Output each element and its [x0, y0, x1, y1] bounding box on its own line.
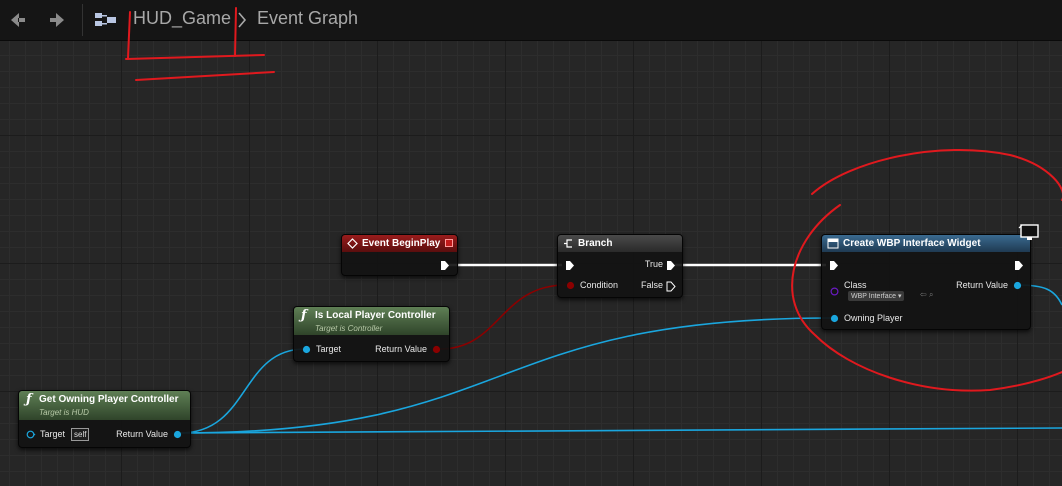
object-wire-getowning-long — [179, 427, 1062, 434]
node-header: Create WBP Interface Widget — [822, 235, 1030, 252]
arrow-left-icon — [11, 13, 25, 27]
widget-icon — [827, 238, 839, 249]
get-owning-player-controller-node[interactable]: ƒ Get Owning Player Controller Target is… — [18, 390, 191, 448]
blueprint-graph-icon — [95, 13, 116, 26]
monitor-icon — [1018, 224, 1039, 240]
condition-pin[interactable] — [566, 281, 575, 290]
owning-player-pin[interactable] — [830, 314, 839, 323]
node-title: Branch — [578, 238, 613, 249]
owning-player-pin-label: Owning Player — [844, 313, 903, 323]
exec-false-pin[interactable] — [666, 281, 676, 292]
class-dropdown[interactable]: WBP Interface ▾ — [848, 291, 905, 301]
chevron-right-icon — [238, 12, 247, 28]
function-icon: ƒ — [301, 308, 307, 323]
node-header: ƒ Get Owning Player Controller Target is… — [19, 391, 190, 420]
create-widget-node[interactable]: Create WBP Interface Widget Class WBP In… — [821, 234, 1031, 330]
event-indicator-icon — [445, 239, 453, 247]
node-title: Event BeginPlay — [362, 238, 441, 249]
forward-button[interactable] — [42, 4, 74, 36]
chevron-down-icon: ▾ — [897, 293, 902, 300]
class-dropdown-value: WBP Interface — [851, 293, 897, 300]
branch-icon — [564, 239, 572, 248]
return-value-pin-label: Return Value — [375, 344, 427, 354]
arrow-right-icon — [50, 13, 64, 27]
node-subtitle: Target is HUD — [39, 408, 89, 417]
class-pin[interactable] — [830, 287, 839, 296]
exec-out-pin[interactable] — [440, 260, 450, 271]
return-value-pin[interactable] — [173, 430, 182, 439]
function-icon: ƒ — [26, 392, 32, 407]
branch-node[interactable]: Branch True Condition False — [557, 234, 683, 298]
return-value-pin[interactable] — [1013, 281, 1022, 290]
false-pin-label: False — [640, 280, 663, 290]
node-subtitle: Target is Controller — [315, 324, 383, 333]
bool-wire-islocal-condition — [439, 284, 567, 350]
target-pin-label: Target — [40, 429, 66, 439]
breadcrumb-graph[interactable]: Event Graph — [257, 8, 358, 29]
target-pin-label: Target — [316, 344, 342, 354]
event-icon — [347, 238, 358, 249]
node-title: Is Local Player Controller — [315, 310, 436, 321]
exec-out-pin[interactable] — [1014, 260, 1024, 271]
object-wire-getowning-owningplayer — [179, 317, 832, 434]
return-value-pin-label: Return Value — [116, 429, 168, 439]
node-header: ƒ Is Local Player Controller Target is C… — [294, 307, 449, 335]
target-pin[interactable] — [26, 430, 36, 439]
toolbar-divider — [82, 4, 83, 36]
exec-in-pin[interactable] — [565, 260, 575, 271]
node-header: Branch — [558, 235, 682, 252]
event-beginplay-node[interactable]: Event BeginPlay — [341, 234, 458, 276]
return-value-pin-label: Return Value — [956, 280, 1008, 290]
class-pin-label: Class — [844, 280, 867, 290]
self-value-box[interactable]: self — [71, 428, 90, 441]
breadcrumb-bar: HUD_Game Event Graph — [0, 0, 1062, 41]
return-value-pin[interactable] — [432, 345, 441, 354]
true-pin-label: True — [644, 259, 663, 269]
target-pin[interactable] — [302, 345, 311, 354]
node-title: Create WBP Interface Widget — [843, 238, 981, 249]
object-wire-getowning-islocal — [179, 348, 306, 434]
node-header: Event BeginPlay — [342, 235, 457, 252]
browse-asset-icon[interactable]: ⌕ — [929, 290, 933, 300]
exec-in-pin[interactable] — [829, 260, 839, 271]
node-title: Get Owning Player Controller — [39, 394, 179, 405]
breadcrumb-asset[interactable]: HUD_Game — [133, 8, 231, 29]
exec-true-pin[interactable] — [666, 260, 676, 271]
condition-pin-label: Condition — [580, 280, 619, 290]
is-local-player-controller-node[interactable]: ƒ Is Local Player Controller Target is C… — [293, 306, 450, 362]
blueprint-graph-icon-button — [90, 4, 122, 36]
back-button[interactable] — [1, 4, 33, 36]
use-selected-asset-icon[interactable]: ⇦ — [920, 290, 927, 299]
